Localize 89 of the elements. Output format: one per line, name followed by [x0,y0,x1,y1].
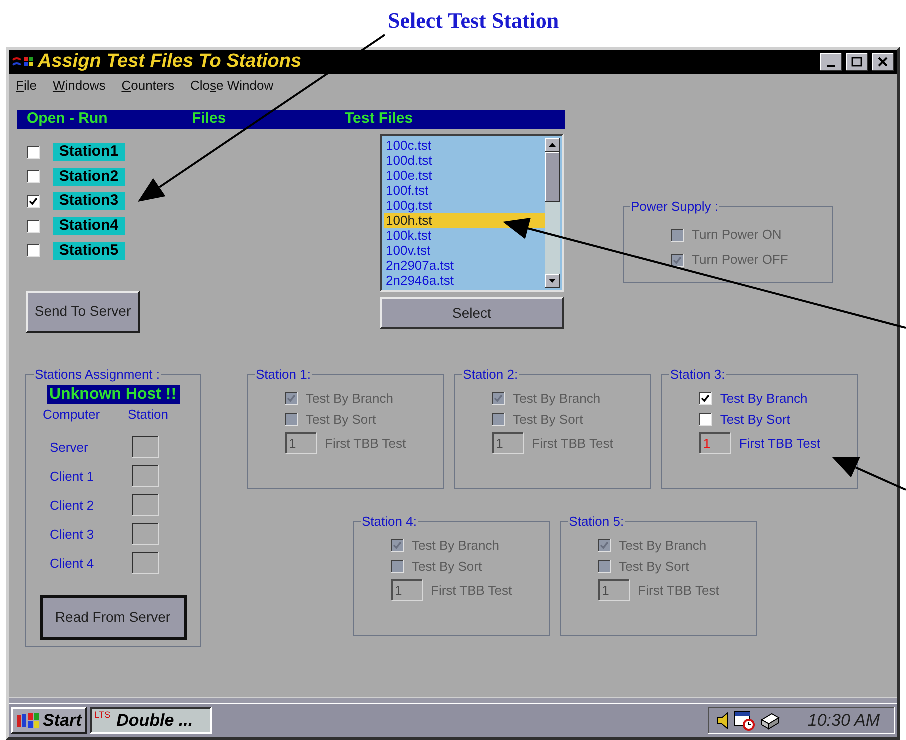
list-entry[interactable]: 100k.tst [384,228,545,243]
annotation-text: Select Test Station [388,7,560,35]
maximize-button[interactable] [846,53,868,71]
maximize-icon [851,57,863,67]
option-label: Test By Branch [720,390,808,408]
option-label: Test By Sort [720,411,790,430]
list-entry[interactable]: 2n2946a.tst [384,273,545,288]
option-label: Test By Branch [306,390,394,408]
column-header: Station [128,406,168,424]
computer-label: Client 1 [50,468,96,486]
computer-label: Client 4 [50,554,96,573]
taskbar-task[interactable]: LTS Double ... [90,707,212,734]
station-checkbox[interactable] [27,194,40,208]
station-checkbox[interactable] [27,220,40,233]
option-label: Test By Sort [412,558,482,576]
station-label: Station2 [53,168,125,186]
group-title: Station 2: [462,366,520,384]
scroll-up-icon[interactable] [549,143,556,147]
group-title: Station 1: [255,366,312,384]
option-label: Test By Sort [306,411,376,430]
station-checkbox[interactable] [27,244,40,258]
station-label: Station1 [53,143,125,162]
list-entry[interactable]: 100e.tst [384,168,545,183]
menu-item[interactable]: Windows [52,76,106,96]
option-label: Test By Branch [513,390,601,408]
host-status: Unknown Host !! [46,385,180,404]
station-label: Station5 [53,242,125,260]
minimize-icon [827,65,835,67]
scroll-down-icon[interactable] [549,279,556,283]
speaker-icon[interactable] [716,712,731,730]
group-title: Station 4: [361,512,418,531]
scrollbar[interactable] [545,138,560,288]
station-field[interactable] [132,494,159,516]
task-badge-label: LTS [94,709,111,721]
station-field[interactable] [132,552,159,574]
station-label: Station4 [53,217,125,236]
group-title: Station 5: [568,512,626,531]
list-entry[interactable]: 100h.tst [384,213,545,228]
clock: 10:30 AM [808,710,880,732]
column-header: Open - Run [27,109,109,130]
station-field[interactable] [132,436,159,458]
computer-label: Client 3 [50,526,96,544]
printer-icon[interactable] [758,710,781,730]
calendar-clock-icon[interactable] [734,710,756,730]
column-header: Computer [43,406,102,424]
window-title: Assign Test Files To Stations [38,50,302,74]
option-label: Test By Branch [412,537,500,556]
field-label: First TBB Test [325,434,406,453]
option-label: Turn Power OFF [692,251,788,270]
station-label: Station3 [53,192,125,210]
field-label: First TBB Test [532,434,614,453]
station-field[interactable] [132,523,159,546]
option-label: Test By Sort [513,411,584,430]
option-checkbox[interactable] [699,392,712,406]
field-label: First TBB Test [431,582,512,600]
windows-flag-icon [16,712,40,730]
list-entry[interactable]: 100c.tst [384,138,545,153]
computer-label: Server [50,438,90,457]
station-field[interactable] [132,465,159,488]
menu-item[interactable]: File [16,76,37,96]
computer-label: Client 2 [50,496,96,515]
start-button[interactable]: Start [11,707,87,734]
field-label: First TBB Test [638,582,720,600]
send-to-server-button[interactable]: Send To Server [26,290,140,333]
station-checkbox[interactable] [27,146,40,159]
list-entry[interactable]: 100d.tst [384,153,545,168]
minimize-button[interactable] [820,53,842,71]
option-label: Test By Branch [619,537,707,556]
app-icon [12,55,34,69]
option-label: Turn Power ON [692,226,782,244]
station-checkbox[interactable] [27,170,40,184]
group-title: Power Supply : [630,198,720,216]
column-header: Files [192,109,228,130]
close-button[interactable] [872,53,894,71]
group-title: Station 3: [669,366,726,384]
column-header: Test Files [345,109,414,130]
option-checkbox[interactable] [699,413,712,426]
list-entry[interactable]: 100g.tst [384,198,545,213]
option-label: Test By Sort [619,558,690,576]
list-entry[interactable]: 100v.tst [384,243,545,258]
list-entry[interactable]: 2n2907a.tst [384,258,545,273]
select-button[interactable]: Select [380,297,564,329]
group-title: Stations Assignment : [34,366,162,384]
menu-item[interactable]: Close Window [190,76,274,96]
menu-item[interactable]: Counters [122,76,174,96]
close-icon [877,57,889,67]
field-label: First TBB Test [739,434,820,453]
list-entry[interactable]: 100f.tst [384,183,545,198]
read-from-server-button[interactable]: Read From Server [40,594,186,640]
